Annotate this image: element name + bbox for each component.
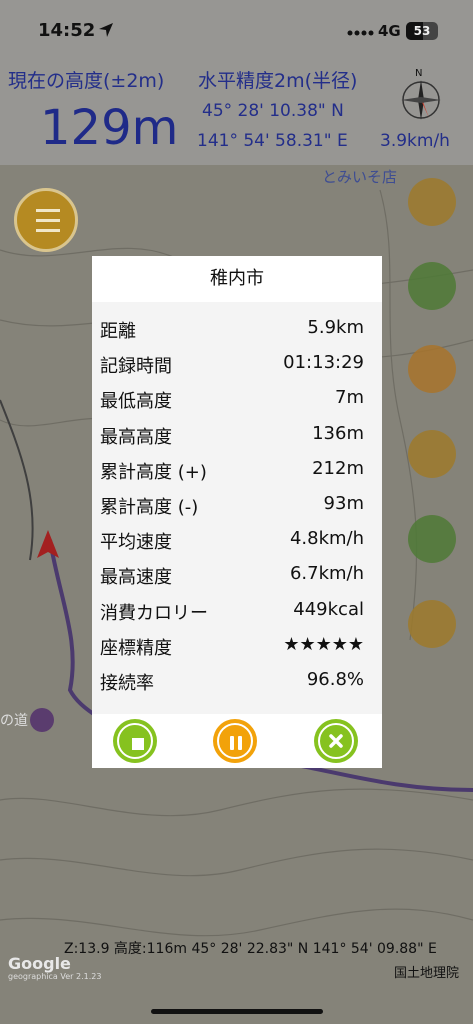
close-icon — [318, 723, 354, 759]
battery-percent: 53 — [413, 24, 431, 38]
signal-icon — [347, 30, 374, 36]
stat-row: 消費カロリー 449kcal — [92, 593, 382, 628]
stat-row: 最高速度 6.7km/h — [92, 557, 382, 592]
close-x-glyph — [329, 734, 343, 748]
poi-icon[interactable] — [30, 708, 54, 732]
speed-value: 3.9km/h — [380, 131, 450, 151]
stat-label: 記録時間 — [100, 356, 172, 378]
stat-value: 136m — [312, 422, 364, 444]
edit-button[interactable] — [408, 262, 456, 310]
pause-icon — [217, 723, 253, 759]
stat-label: 消費カロリー — [100, 602, 208, 624]
stat-row: 最低高度 7m — [92, 381, 382, 416]
stat-row: 最高高度 136m — [92, 417, 382, 452]
stat-label: 最高速度 — [100, 567, 172, 589]
compass-button[interactable] — [408, 345, 456, 393]
status-time: 14:52 — [38, 20, 96, 41]
altitude-label: 現在の高度(±2m) — [8, 70, 165, 92]
menu-icon-line — [36, 219, 60, 222]
menu-icon — [36, 209, 60, 212]
battery-icon: 53 — [406, 22, 438, 40]
stat-row: 累計高度 (+) 212m — [92, 452, 382, 487]
pause-button[interactable] — [213, 719, 257, 763]
stop-button[interactable] — [113, 719, 157, 763]
stat-value: 01:13:29 — [283, 352, 364, 374]
compass-icon[interactable]: N — [396, 66, 446, 126]
layer-button[interactable] — [408, 178, 456, 226]
stat-label: 接続率 — [100, 672, 154, 694]
stat-value: 93m — [323, 492, 364, 514]
google-logo: Google — [8, 954, 71, 973]
stats-dialog: 稚内市 距離 5.9km 記録時間 01:13:29 最低高度 7m 最高高度 136m 累計高… — [92, 256, 382, 768]
stat-row: 接続率 96.8% — [92, 663, 382, 698]
home-indicator — [151, 1009, 323, 1014]
stat-label: 最低高度 — [100, 391, 172, 413]
stat-row: 平均速度 4.8km/h — [92, 522, 382, 557]
stat-row: 累計高度 (-) 93m — [92, 487, 382, 522]
stat-label: 最高高度 — [100, 426, 172, 448]
stat-value: 7m — [335, 387, 364, 409]
stop-square — [132, 738, 144, 750]
location-pin-button[interactable] — [408, 430, 456, 478]
track-button[interactable] — [408, 515, 456, 563]
status-bar: 14:52 4G 53 — [0, 0, 473, 60]
map-shop-label: とみいそ店 — [322, 168, 398, 186]
network-type: 4G — [378, 22, 401, 40]
stat-value: 96.8% — [306, 668, 364, 690]
stat-row: 距離 5.9km — [92, 311, 382, 346]
stat-label: 累計高度 (+) — [100, 461, 207, 483]
stat-value: 212m — [312, 457, 364, 479]
current-position-icon — [37, 530, 59, 558]
stat-label: 累計高度 (-) — [100, 496, 199, 518]
stat-value: 5.9km — [307, 317, 364, 338]
stat-row: 座標精度 ★★★★★ — [92, 628, 382, 663]
stop-icon — [117, 723, 153, 759]
map-credit: 国土地理院 — [394, 966, 460, 981]
pause-bar — [238, 736, 242, 750]
longitude-value: 141° 54' 58.31" E — [197, 131, 348, 151]
svg-text:N: N — [415, 68, 422, 79]
stat-label: 距離 — [100, 321, 136, 342]
accuracy-label: 水平精度2m(半径) — [198, 70, 358, 92]
stat-value: 449kcal — [293, 598, 364, 620]
altitude-value: 129m — [40, 100, 179, 156]
location-arrow-icon — [99, 23, 113, 37]
stat-row: 記録時間 01:13:29 — [92, 346, 382, 381]
stat-label: 座標精度 — [100, 637, 172, 659]
menu-button[interactable] — [14, 188, 78, 252]
stat-value: 6.7km/h — [289, 563, 364, 585]
close-button[interactable] — [314, 719, 358, 763]
stats-list: 距離 5.9km 記録時間 01:13:29 最低高度 7m 最高高度 136m 累計高度 (+… — [92, 311, 382, 698]
pause-bar — [230, 736, 234, 750]
stat-value: 4.8km/h — [289, 528, 364, 550]
stat-value: ★★★★★ — [283, 633, 364, 655]
dialog-title: 稚内市 — [92, 256, 382, 302]
app-version: geographica Ver 2.1.23 — [8, 972, 102, 981]
menu-icon-line — [36, 229, 60, 232]
stat-label: 平均速度 — [100, 532, 172, 554]
dialog-button-bar — [92, 714, 382, 768]
latitude-value: 45° 28' 10.38" N — [202, 101, 344, 121]
poi-label: の道 — [0, 713, 28, 729]
settings-button[interactable] — [408, 600, 456, 648]
map-info-bar: Z:13.9 高度:116m 45° 28' 22.83" N 141° 54'… — [64, 941, 437, 957]
